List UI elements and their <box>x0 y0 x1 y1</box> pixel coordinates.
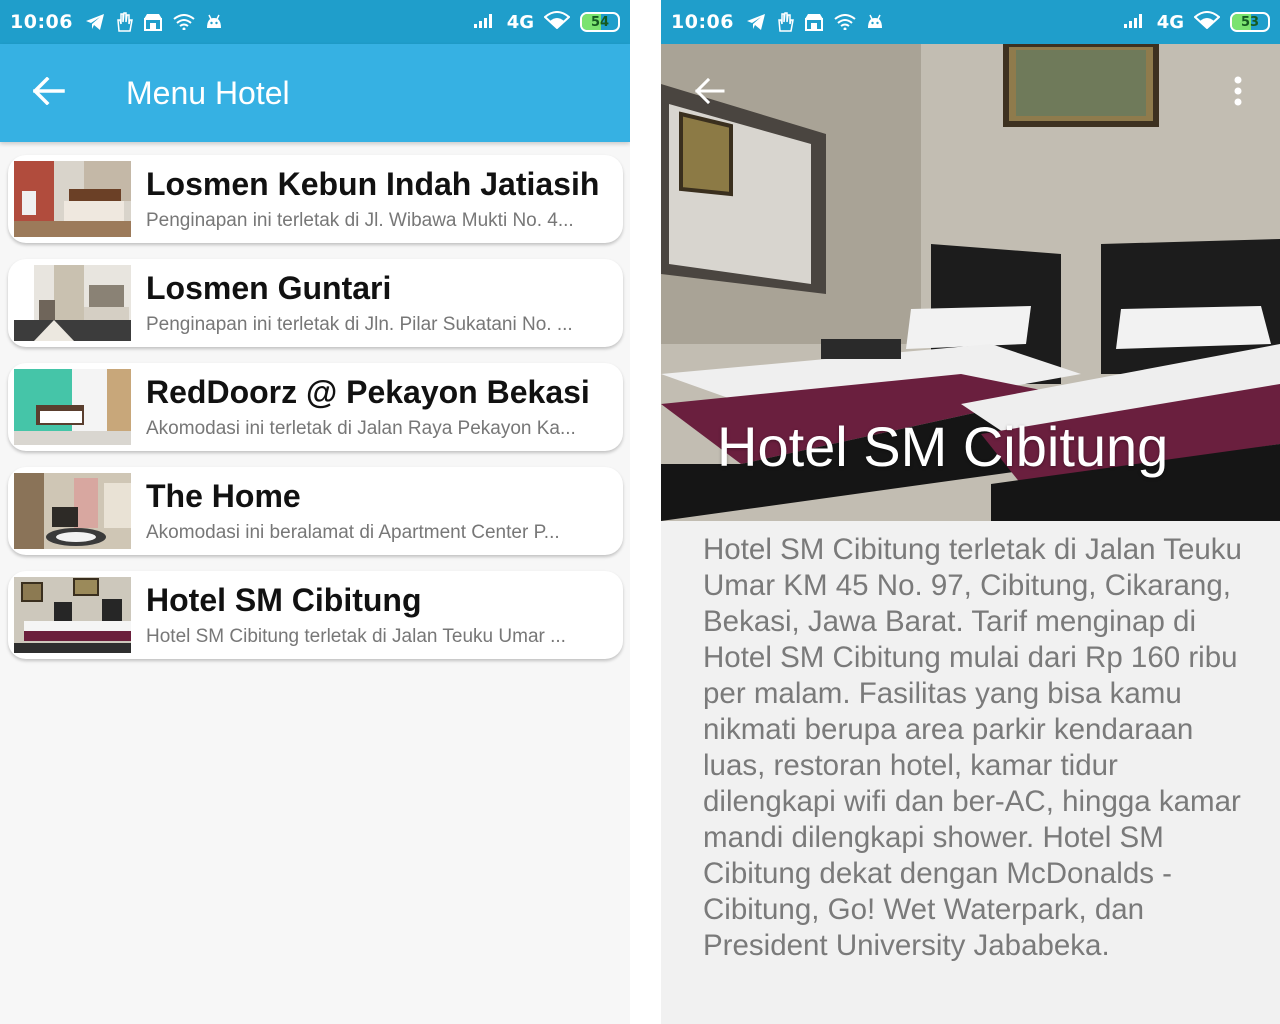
back-button[interactable] <box>24 68 74 118</box>
hotel-card[interactable]: Losmen Kebun Indah Jatiasih Penginapan i… <box>8 155 623 243</box>
hotel-name: The Home <box>146 478 301 514</box>
battery-level: 53 <box>1240 14 1260 30</box>
hotel-thumbnail <box>14 473 131 549</box>
hotel-thumbnail <box>14 161 131 237</box>
hotel-thumbnail <box>14 577 131 653</box>
android-icon <box>205 14 223 30</box>
battery-level: 54 <box>590 14 610 30</box>
telegram-icon <box>746 13 766 31</box>
back-button[interactable] <box>685 68 735 118</box>
wifi-icon <box>1193 10 1221 34</box>
store-icon <box>143 13 163 31</box>
wifi-icon <box>173 14 195 30</box>
hotel-name: Losmen Kebun Indah Jatiasih <box>146 166 600 202</box>
hotel-list: Losmen Kebun Indah Jatiasih Penginapan i… <box>8 155 623 675</box>
network-type: 4G <box>506 11 534 33</box>
more-vert-icon <box>1234 76 1242 110</box>
hand-icon <box>776 12 794 32</box>
status-bar: 10:06 4G 53 <box>661 0 1280 44</box>
hotel-detail-screen: 10:06 4G 53 Hotel SM Cibitung Hotel SM C… <box>661 0 1280 1024</box>
battery-indicator: 53 <box>1230 12 1270 32</box>
hotel-thumbnail <box>14 265 131 341</box>
hotel-description: Hotel SM Cibitung terletak di Jalan Teuk… <box>703 533 1242 962</box>
hotel-card[interactable]: Hotel SM Cibitung Hotel SM Cibitung terl… <box>8 571 623 659</box>
status-bar: 10:06 4G 54 <box>0 0 630 44</box>
hand-icon <box>115 12 133 32</box>
status-time: 10:06 <box>671 11 734 33</box>
hotel-description: Penginapan ini terletak di Jln. Pilar Su… <box>146 314 573 335</box>
page-title: Menu Hotel <box>126 74 290 111</box>
network-type: 4G <box>1156 11 1184 33</box>
wifi-icon <box>834 14 856 30</box>
hotel-list-screen: 10:06 4G 54 Menu Hotel Losmen Kebun Inda… <box>0 0 630 1024</box>
hotel-name: Losmen Guntari <box>146 270 392 306</box>
hotel-description: Akomodasi ini terletak di Jalan Raya Pek… <box>146 418 576 439</box>
signal-icon <box>473 11 497 34</box>
hotel-thumbnail <box>14 369 131 445</box>
hotel-name: RedDoorz @ Pekayon Bekasi <box>146 374 590 410</box>
status-time: 10:06 <box>10 11 73 33</box>
hotel-description: Penginapan ini terletak di Jl. Wibawa Mu… <box>146 210 574 231</box>
telegram-icon <box>85 13 105 31</box>
store-icon <box>804 13 824 31</box>
arrow-left-icon <box>694 77 725 108</box>
app-bar: Menu Hotel <box>0 44 630 142</box>
signal-icon <box>1123 11 1147 34</box>
battery-indicator: 54 <box>580 12 620 32</box>
hotel-hero-image: Hotel SM Cibitung <box>661 44 1280 521</box>
hotel-card[interactable]: RedDoorz @ Pekayon Bekasi Akomodasi ini … <box>8 363 623 451</box>
hotel-title: Hotel SM Cibitung <box>717 415 1169 478</box>
hotel-card[interactable]: The Home Akomodasi ini beralamat di Apar… <box>8 467 623 555</box>
hotel-description: Hotel SM Cibitung terletak di Jalan Teuk… <box>146 626 566 647</box>
android-icon <box>866 14 884 30</box>
hotel-description: Akomodasi ini beralamat di Apartment Cen… <box>146 522 560 543</box>
wifi-icon <box>543 10 571 34</box>
arrow-left-icon <box>32 76 65 109</box>
hotel-name: Hotel SM Cibitung <box>146 582 422 618</box>
more-options-button[interactable] <box>1218 70 1258 116</box>
hotel-card[interactable]: Losmen Guntari Penginapan ini terletak d… <box>8 259 623 347</box>
